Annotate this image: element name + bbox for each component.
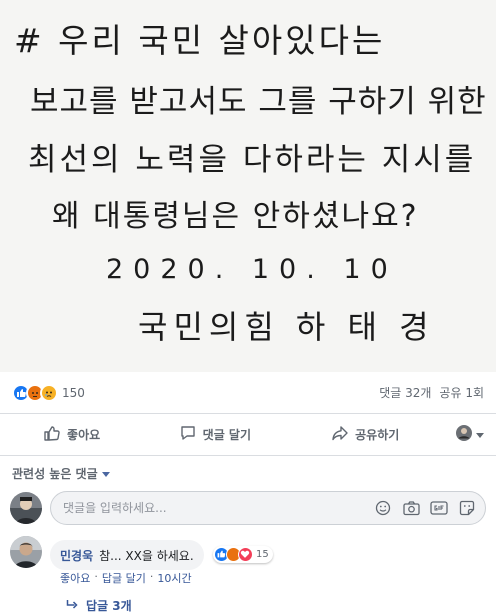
comment-bubble-icon [179,424,197,445]
comment-like-link[interactable]: 좋아요 [60,570,90,586]
comment-button[interactable]: 댓글 달기 [143,414,286,455]
photo-line-3: 최선의 노력을 다하라는 지시를 [28,142,476,178]
meta-separator: · [149,570,154,583]
thumbs-up-icon [43,424,61,445]
share-label: 공유하기 [355,428,400,442]
share-arrow-icon [331,424,349,445]
post-photo[interactable]: # 우리 국민 살아있다는 보고를 받고서도 그를 구하기 위한 최선의 노력을… [0,0,496,372]
like-button[interactable]: 좋아요 [0,414,143,455]
comment-timestamp[interactable]: 10시간 [157,570,191,586]
photo-line-2: 보고를 받고서도 그를 구하기 위한 [30,84,487,120]
sticker-icon[interactable] [457,498,477,518]
comment-reactions[interactable]: 15 [213,546,273,563]
photo-line-1: # 우리 국민 살아있다는 [14,21,385,60]
like-label: 좋아요 [67,428,101,442]
user-avatar[interactable] [10,492,42,524]
chevron-down-icon [475,428,484,442]
comment-reply-link[interactable]: 답글 달기 [102,570,146,586]
share-count[interactable]: 공유 1회 [439,384,484,401]
camera-icon[interactable] [401,498,421,518]
sad-icon [40,383,58,402]
post-actions: 좋아요 댓글 달기 공유하기 [0,414,496,456]
comment-text: 참... XX을 하세요. [99,548,194,563]
comment-input[interactable] [63,501,373,515]
reaction-count[interactable]: 150 [62,386,85,400]
share-button[interactable]: 공유하기 [286,414,444,455]
comment-author-link[interactable]: 민경욱 [60,547,93,564]
gif-icon[interactable] [429,498,449,518]
reaction-icons[interactable] [12,383,58,402]
comment-reaction-count: 15 [256,549,269,560]
caret-down-icon [101,467,110,481]
comment-label: 댓글 달기 [202,428,251,442]
comment-composer [10,490,486,526]
photo-line-5: 2020. 10. 10 [106,254,398,285]
replies-label: 답글 3개 [86,599,132,613]
photo-line-4: 왜 대통령님은 안하셨나요? [52,199,419,234]
reactions-summary: 150 댓글 32개 공유 1회 [0,372,496,414]
emoji-icon[interactable] [373,498,393,518]
photo-line-6: 국민의힘 하 태 경 [138,308,435,346]
comment-bubble: 민경욱 참... XX을 하세요. [50,540,204,570]
comment-meta: 좋아요 · 답글 달기 · 10시간 [60,570,192,586]
commenter-avatar[interactable] [10,536,42,568]
reply-arrow-icon [66,599,78,613]
view-replies-link[interactable]: 답글 3개 [66,597,132,614]
comment-input-box[interactable] [50,491,486,525]
comment-sort-dropdown[interactable]: 관련성 높은 댓글 [12,465,110,482]
meta-separator: · [94,570,98,583]
profile-avatar-icon [455,425,472,444]
love-icon [238,547,253,562]
comment-count[interactable]: 댓글 32개 [379,384,431,401]
react-as-selector[interactable] [444,425,496,444]
sort-label: 관련성 높은 댓글 [12,467,98,481]
